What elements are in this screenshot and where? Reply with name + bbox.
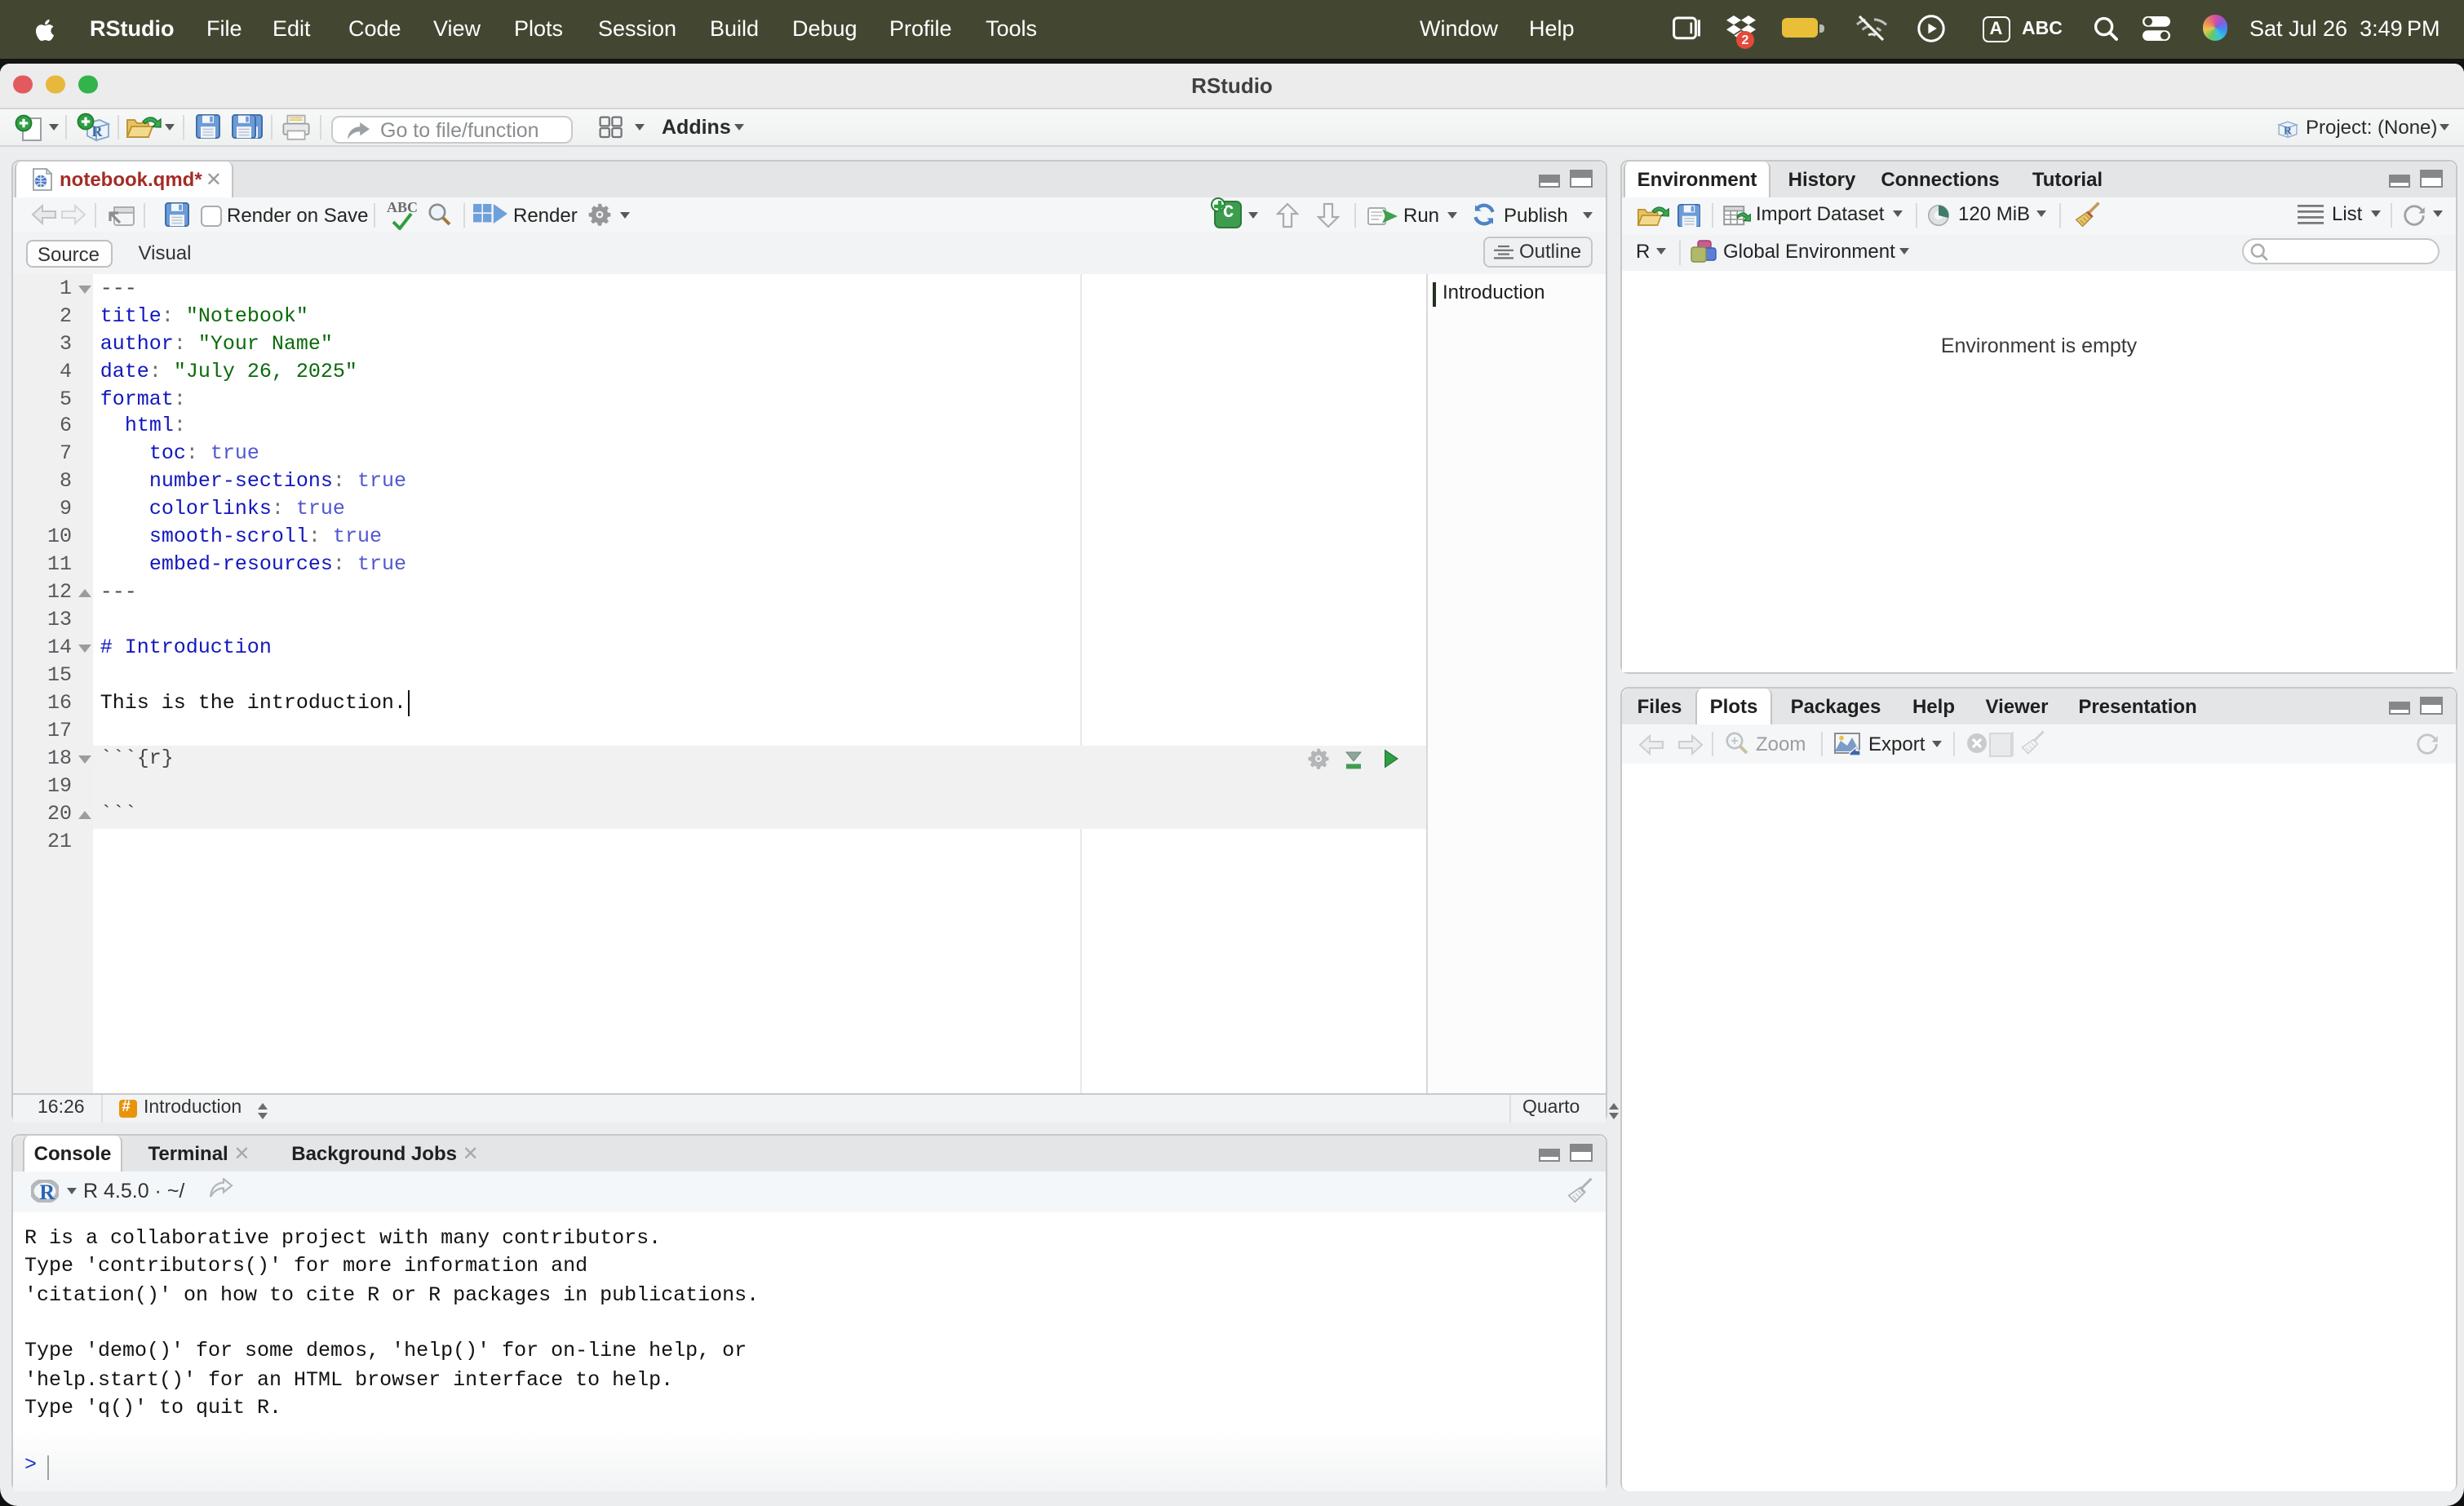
svg-text:R: R bbox=[39, 1180, 55, 1202]
